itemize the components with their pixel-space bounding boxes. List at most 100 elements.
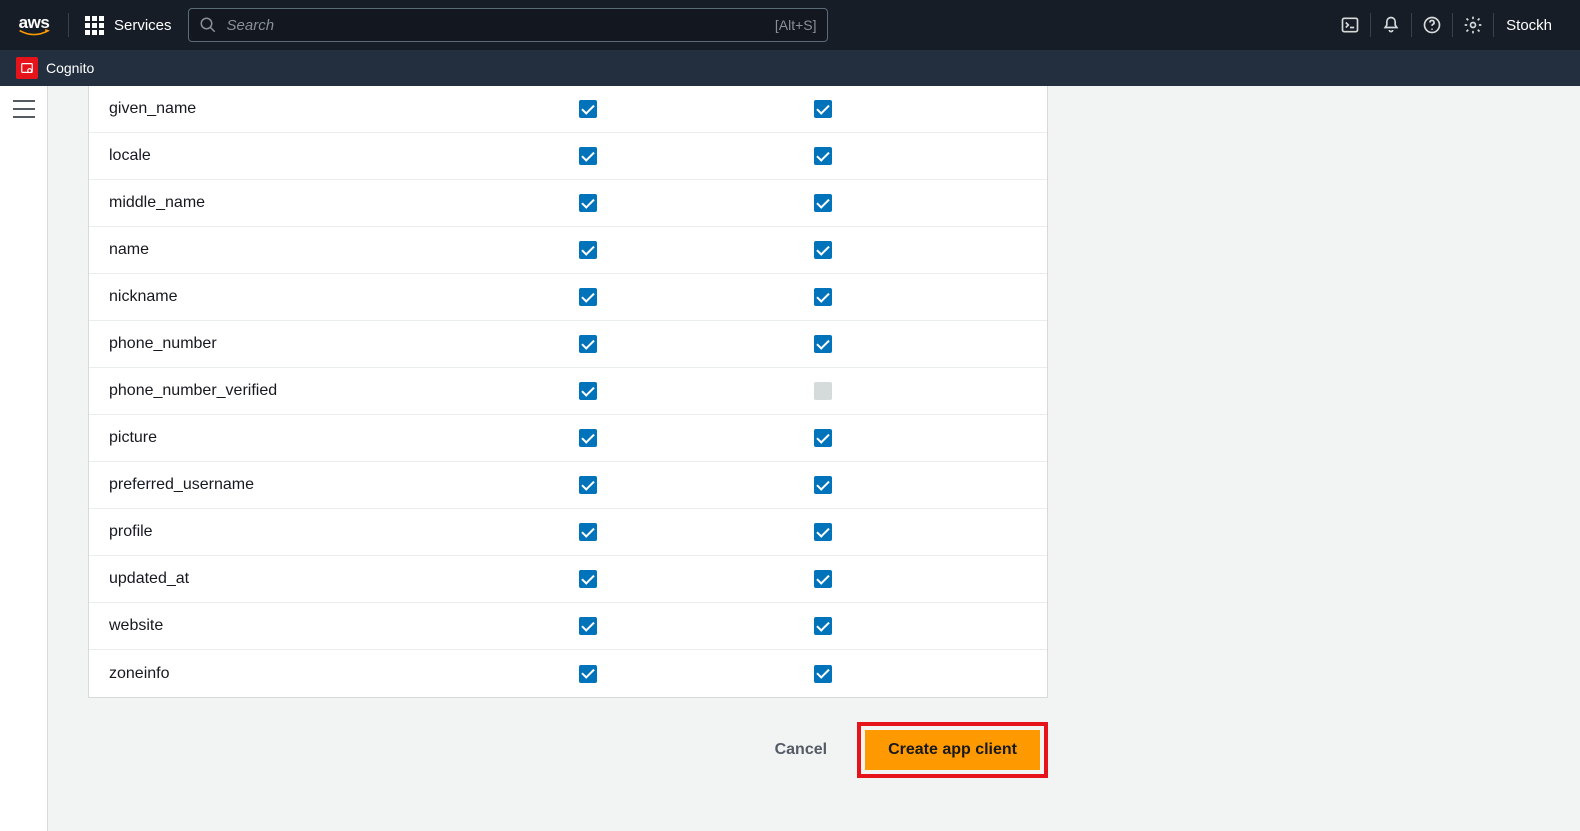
cloudshell-button[interactable]: [1330, 0, 1370, 50]
attribute-name: profile: [109, 523, 579, 541]
attribute-name: nickname: [109, 288, 579, 306]
read-permission-col: [579, 335, 814, 353]
attribute-name: given_name: [109, 100, 579, 118]
service-chip-cognito[interactable]: Cognito: [16, 57, 94, 79]
write-checkbox[interactable]: [814, 617, 832, 635]
attribute-row: website: [89, 603, 1047, 650]
write-permission-col: [814, 570, 1049, 588]
write-checkbox[interactable]: [814, 100, 832, 118]
read-checkbox[interactable]: [579, 523, 597, 541]
gear-icon: [1463, 15, 1483, 35]
read-checkbox[interactable]: [579, 429, 597, 447]
read-checkbox[interactable]: [579, 617, 597, 635]
nav-toggle-button[interactable]: [13, 100, 35, 118]
attribute-row: preferred_username: [89, 462, 1047, 509]
read-checkbox[interactable]: [579, 382, 597, 400]
write-checkbox[interactable]: [814, 523, 832, 541]
services-grid-icon: [85, 16, 104, 35]
attribute-row: middle_name: [89, 180, 1047, 227]
write-checkbox[interactable]: [814, 288, 832, 306]
write-permission-col: [814, 665, 1049, 683]
read-permission-col: [579, 241, 814, 259]
divider: [68, 13, 69, 37]
cloudshell-icon: [1340, 15, 1360, 35]
aws-smile-icon: [16, 29, 52, 37]
read-checkbox[interactable]: [579, 241, 597, 259]
write-checkbox[interactable]: [814, 570, 832, 588]
read-permission-col: [579, 429, 814, 447]
global-header: aws Services [Alt+S]: [0, 0, 1580, 50]
read-checkbox[interactable]: [579, 570, 597, 588]
attribute-permissions-panel: given_namelocale middle_namename nickname p…: [88, 86, 1048, 698]
attribute-row: picture: [89, 415, 1047, 462]
attribute-name: picture: [109, 429, 579, 447]
write-checkbox[interactable]: [814, 147, 832, 165]
attribute-row: nickname: [89, 274, 1047, 321]
read-permission-col: [579, 570, 814, 588]
write-checkbox[interactable]: [814, 476, 832, 494]
left-rail: [0, 86, 48, 831]
main-content: given_namelocale middle_namename nickname p…: [48, 86, 1580, 831]
create-app-client-button[interactable]: Create app client: [865, 730, 1040, 770]
write-permission-col: [814, 476, 1049, 494]
write-checkbox[interactable]: [814, 241, 832, 259]
attribute-name: middle_name: [109, 194, 579, 212]
attribute-name: preferred_username: [109, 476, 579, 494]
write-permission-col: [814, 523, 1049, 541]
write-permission-col: [814, 288, 1049, 306]
page-body: given_namelocale middle_namename nickname p…: [0, 86, 1580, 831]
read-permission-col: [579, 147, 814, 165]
header-right: Stockh: [1330, 0, 1564, 50]
read-permission-col: [579, 476, 814, 494]
help-button[interactable]: [1412, 0, 1452, 50]
aws-logo[interactable]: aws: [16, 14, 52, 37]
bell-icon: [1381, 15, 1401, 35]
read-permission-col: [579, 665, 814, 683]
write-permission-col: [814, 241, 1049, 259]
attribute-row: name: [89, 227, 1047, 274]
cognito-icon: [16, 57, 38, 79]
attribute-row: phone_number: [89, 321, 1047, 368]
help-icon: [1422, 15, 1442, 35]
write-permission-col: [814, 382, 1049, 400]
service-chip-label: Cognito: [46, 60, 94, 76]
read-checkbox[interactable]: [579, 288, 597, 306]
write-checkbox[interactable]: [814, 335, 832, 353]
read-checkbox[interactable]: [579, 147, 597, 165]
read-checkbox[interactable]: [579, 194, 597, 212]
search-shortcut: [Alt+S]: [775, 17, 817, 33]
read-permission-col: [579, 194, 814, 212]
read-permission-col: [579, 100, 814, 118]
write-permission-col: [814, 429, 1049, 447]
cancel-button[interactable]: Cancel: [769, 731, 833, 769]
attribute-name: name: [109, 241, 579, 259]
write-permission-col: [814, 194, 1049, 212]
global-search[interactable]: [Alt+S]: [188, 8, 828, 42]
service-subheader: Cognito: [0, 50, 1580, 86]
region-selector[interactable]: Stockh: [1494, 17, 1564, 34]
attribute-name: website: [109, 617, 579, 635]
read-permission-col: [579, 523, 814, 541]
write-permission-col: [814, 617, 1049, 635]
read-checkbox[interactable]: [579, 665, 597, 683]
services-label: Services: [114, 17, 172, 34]
attribute-row: updated_at: [89, 556, 1047, 603]
read-checkbox[interactable]: [579, 476, 597, 494]
write-permission-col: [814, 147, 1049, 165]
read-permission-col: [579, 288, 814, 306]
attribute-name: phone_number_verified: [109, 382, 579, 400]
attribute-row: phone_number_verified: [89, 368, 1047, 415]
settings-button[interactable]: [1453, 0, 1493, 50]
write-checkbox[interactable]: [814, 194, 832, 212]
write-checkbox: [814, 382, 832, 400]
attribute-name: locale: [109, 147, 579, 165]
write-checkbox[interactable]: [814, 665, 832, 683]
services-menu-button[interactable]: Services: [85, 16, 172, 35]
read-checkbox[interactable]: [579, 335, 597, 353]
notifications-button[interactable]: [1371, 0, 1411, 50]
search-input[interactable]: [227, 17, 765, 34]
attribute-row: profile: [89, 509, 1047, 556]
read-permission-col: [579, 617, 814, 635]
write-checkbox[interactable]: [814, 429, 832, 447]
read-checkbox[interactable]: [579, 100, 597, 118]
